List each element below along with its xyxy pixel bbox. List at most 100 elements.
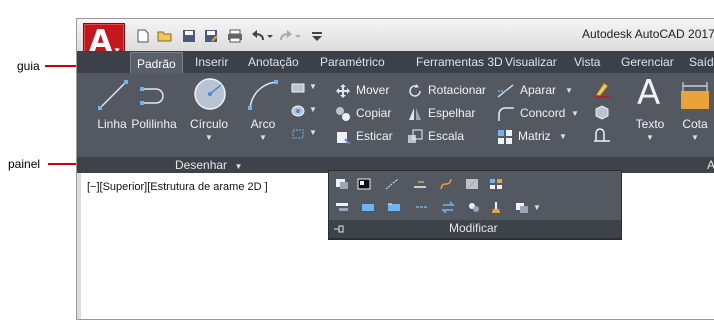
reverse-icon[interactable] <box>441 201 455 213</box>
edit-spline-icon[interactable] <box>439 178 453 190</box>
window-title: Autodesk AutoCAD 2017 <box>582 27 714 41</box>
line-icon <box>98 80 128 110</box>
join-icon[interactable] <box>361 201 375 213</box>
mirror-label: Espelhar <box>428 106 476 120</box>
circle-button[interactable]: Círculo ▼ <box>185 77 233 142</box>
draw-order-icon[interactable] <box>335 178 349 190</box>
circle-dropdown-icon[interactable]: ▼ <box>205 133 213 142</box>
print-icon <box>228 29 242 43</box>
region-icon <box>292 129 304 139</box>
stretch-button[interactable]: Esticar <box>335 128 405 145</box>
copy-button[interactable]: Copiar <box>335 105 405 121</box>
erase-button[interactable] <box>593 80 613 98</box>
arc-button[interactable]: Arco ▼ <box>243 77 283 142</box>
fillet-button[interactable]: Concord ▼ <box>497 105 587 121</box>
ribbon-panel-area: Linha Polilinha Círculo ▼ Arco ▼ ▼ ▼ ▼ M… <box>77 73 714 157</box>
tab-visualizar[interactable]: Visualizar <box>505 51 557 73</box>
panel-callout-label: painel <box>8 157 41 171</box>
move-label: Mover <box>356 83 390 97</box>
hatch-button[interactable]: ▼ <box>291 104 321 118</box>
offset-button[interactable] <box>593 126 613 144</box>
text-dropdown-icon[interactable]: ▼ <box>646 133 654 142</box>
line-button[interactable]: Linha <box>91 77 131 137</box>
circle-icon <box>194 78 226 110</box>
stretch-icon <box>337 132 351 145</box>
scale-button[interactable]: Escala <box>407 128 497 144</box>
pin-icon[interactable] <box>333 224 345 234</box>
arc-dropdown-icon[interactable]: ▼ <box>259 133 267 142</box>
align-icon[interactable] <box>335 201 349 213</box>
tab-padrao[interactable]: Padrão <box>130 52 183 74</box>
trim-button[interactable]: Aparar ▼ <box>497 82 579 98</box>
lengthen-icon[interactable] <box>385 178 399 190</box>
scale-icon <box>408 129 423 143</box>
redo-icon <box>280 30 301 41</box>
customize-icon <box>312 32 322 41</box>
polyline-icon <box>140 87 164 105</box>
region-button[interactable]: ▼ <box>291 127 321 141</box>
modify-panel-title: Modificar <box>449 221 498 235</box>
dimension-icon <box>681 82 709 109</box>
new-button[interactable] <box>135 28 151 44</box>
scale-label: Escala <box>428 129 465 143</box>
array-button[interactable]: Matriz ▼ <box>497 128 577 144</box>
dimension-dropdown-icon[interactable]: ▼ <box>691 133 699 142</box>
blend-icon[interactable] <box>415 201 429 213</box>
save-as-icon <box>205 30 218 42</box>
rectangle-icon <box>291 83 305 93</box>
arc-icon <box>248 80 278 110</box>
viewport-controls[interactable]: [−][Superior][Estrutura de arame 2D ] <box>87 181 268 193</box>
save-as-button[interactable] <box>203 28 219 44</box>
undo-button[interactable] <box>251 28 273 44</box>
move-icon <box>336 84 350 98</box>
tab-gerenciar[interactable]: Gerenciar <box>621 51 674 73</box>
rotate-button[interactable]: Rotacionar <box>407 82 497 98</box>
move-button[interactable]: Mover <box>335 82 405 98</box>
copy-icon <box>336 107 350 121</box>
chevron-down-icon: ▼ <box>533 203 541 212</box>
tab-parametrico[interactable]: Paramétrico <box>320 51 385 73</box>
tab-ferramentas-3d[interactable]: Ferramentas 3D <box>416 51 503 73</box>
text-icon: A <box>637 73 661 113</box>
modify-panel-title-bar: Modificar <box>328 220 622 239</box>
stretch-label: Esticar <box>356 129 393 143</box>
print-button[interactable] <box>227 28 243 44</box>
explode-button[interactable] <box>593 103 613 121</box>
chevron-down-icon: ▼ <box>309 105 317 114</box>
ribbon-tab-bar: Padrão Inserir Anotação Paramétrico Ferr… <box>77 51 714 74</box>
draw-panel-title: Desenhar <box>175 158 228 172</box>
tab-saida[interactable]: Saída <box>689 51 714 73</box>
polyline-button[interactable]: Polilinha <box>129 77 179 137</box>
dimension-button[interactable]: Cota ▼ <box>675 77 714 142</box>
chamfer-icon[interactable] <box>387 201 401 213</box>
tab-vista[interactable]: Vista <box>574 51 600 73</box>
annotation-panel-title[interactable]: A <box>707 157 714 173</box>
text-label: Texto <box>635 117 665 131</box>
undo-icon <box>252 30 273 41</box>
break-icon[interactable] <box>413 178 427 190</box>
arc-label: Arco <box>250 117 276 131</box>
draw-panel-title-button[interactable]: Desenhar ▼ <box>175 157 242 173</box>
mirror-icon <box>409 108 421 120</box>
line-label: Linha <box>97 117 127 131</box>
brush-icon[interactable] <box>489 201 503 213</box>
copy-label: Copiar <box>356 106 392 120</box>
overkill-icon[interactable] <box>467 201 481 213</box>
match-properties-icon[interactable] <box>357 178 371 190</box>
tab-anotacao[interactable]: Anotação <box>248 51 299 73</box>
redo-button[interactable] <box>279 28 301 44</box>
edit-array-icon[interactable] <box>489 178 503 190</box>
draw-order-dropdown[interactable]: ▼ <box>515 201 549 215</box>
save-button[interactable] <box>181 28 197 44</box>
open-button[interactable] <box>157 28 173 44</box>
text-button[interactable]: A Texto ▼ <box>630 73 670 142</box>
tab-callout-label: guia <box>17 59 40 73</box>
tab-inserir[interactable]: Inserir <box>195 51 228 73</box>
rotate-label: Rotacionar <box>428 83 487 97</box>
customize-quick-access-button[interactable] <box>309 28 325 44</box>
edit-hatch-icon[interactable] <box>465 178 479 190</box>
fillet-dropdown-icon: ▼ <box>571 109 579 118</box>
mirror-button[interactable]: Espelhar <box>407 105 497 121</box>
rectangle-button[interactable]: ▼ <box>291 81 321 95</box>
hatch-icon <box>291 105 305 117</box>
